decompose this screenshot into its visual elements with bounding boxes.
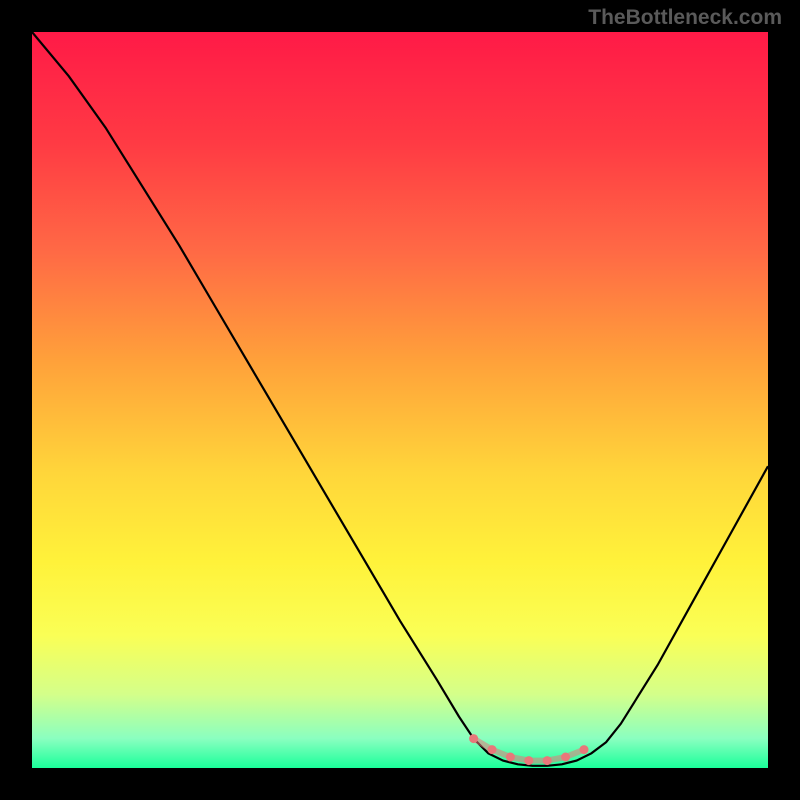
bottleneck-curve [32, 32, 768, 766]
plot-area [32, 32, 768, 768]
chart-container: TheBottleneck.com [0, 0, 800, 800]
optimal-range-marker [469, 734, 588, 765]
watermark: TheBottleneck.com [588, 6, 782, 30]
curve-layer [32, 32, 768, 768]
